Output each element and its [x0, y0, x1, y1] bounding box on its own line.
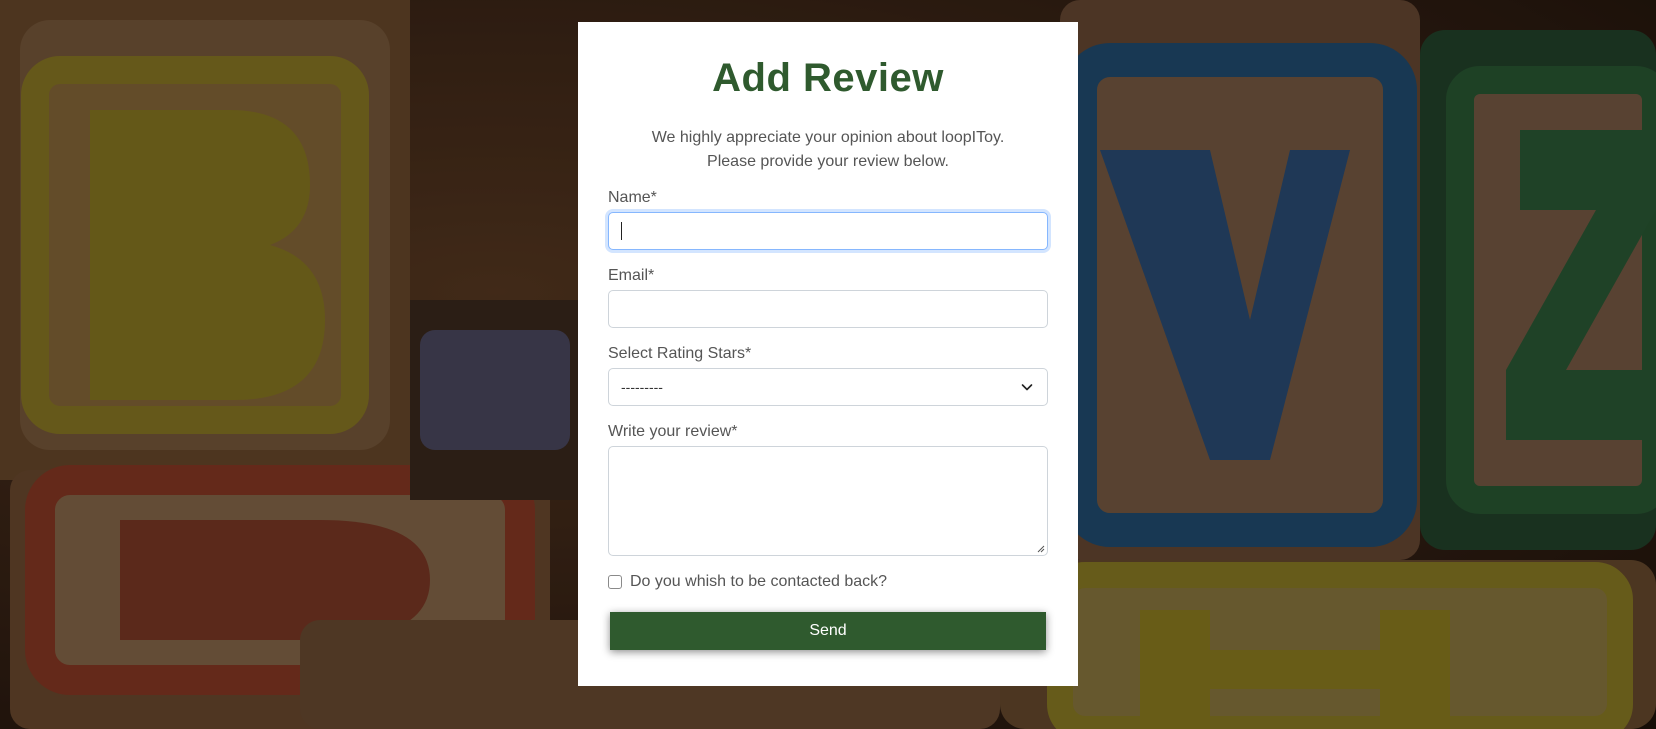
email-label: Email* — [608, 267, 655, 284]
rating-select-value: --------- — [621, 379, 663, 395]
send-button[interactable]: Send — [610, 612, 1046, 650]
chevron-down-icon — [1021, 384, 1033, 391]
rating-label: Select Rating Stars* — [608, 345, 752, 362]
review-textarea[interactable] — [608, 446, 1048, 556]
rating-field-group: Select Rating Stars* --------- — [608, 344, 1048, 406]
review-label: Write your review* — [608, 423, 738, 440]
intro-text: We highly appreciate your opinion about … — [651, 129, 1005, 170]
rating-select[interactable]: --------- — [608, 368, 1048, 406]
contact-checkbox[interactable] — [608, 575, 622, 589]
review-form-card: Add Review We highly appreciate your opi… — [578, 22, 1078, 686]
page-title: Add Review — [712, 56, 944, 100]
name-input[interactable] — [608, 212, 1048, 250]
email-input[interactable] — [608, 290, 1048, 328]
text-caret — [621, 222, 622, 240]
name-label: Name* — [608, 189, 657, 206]
resize-grip-icon[interactable] — [1036, 544, 1045, 553]
review-field-group: Write your review* — [608, 422, 1048, 556]
name-field-group: Name* — [608, 188, 1048, 250]
contact-checkbox-label[interactable]: Do you whish to be contacted back? — [630, 573, 887, 591]
email-field-group: Email* — [608, 266, 1048, 328]
contact-checkbox-group: Do you whish to be contacted back? — [608, 573, 887, 591]
